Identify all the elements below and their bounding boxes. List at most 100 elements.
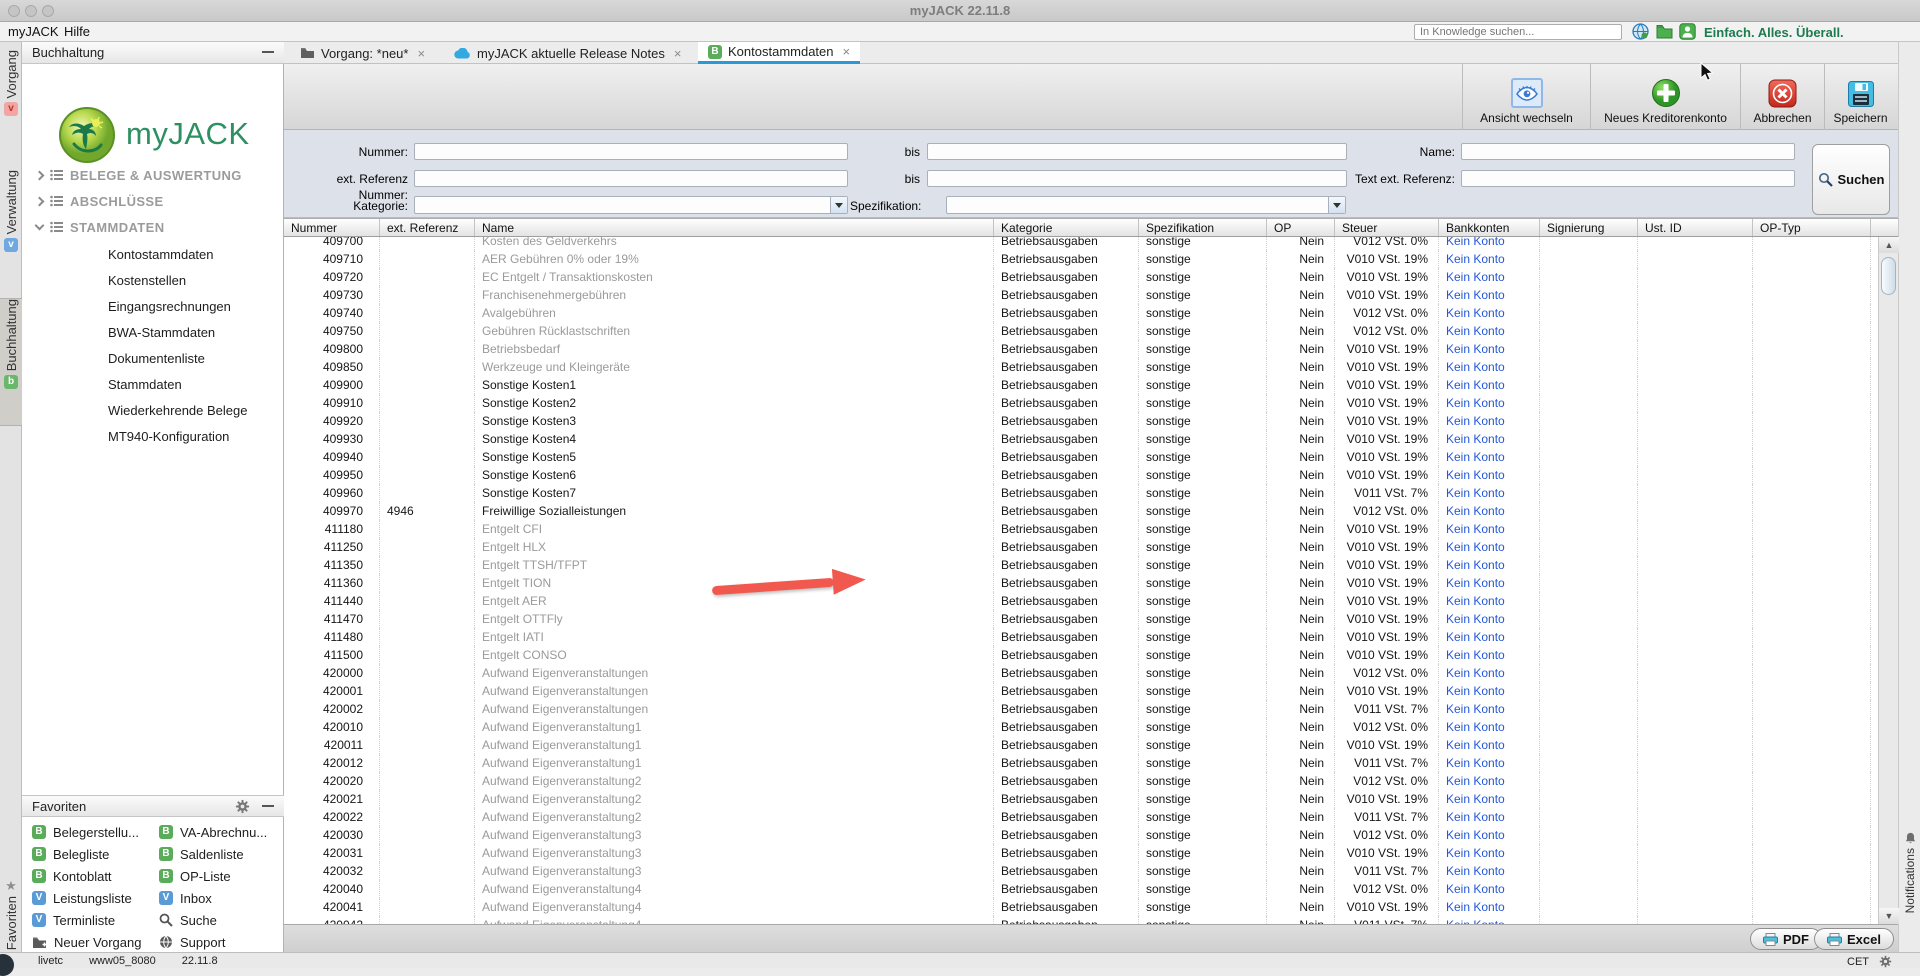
bankkonten-link[interactable]: Kein Konto bbox=[1446, 900, 1505, 914]
bankkonten-link[interactable]: Kein Konto bbox=[1446, 540, 1505, 554]
ext-referenz-von-input[interactable] bbox=[414, 170, 848, 187]
column-header-op[interactable]: OP bbox=[1267, 219, 1335, 236]
menu-hilfe[interactable]: Hilfe bbox=[64, 24, 90, 39]
table-row[interactable]: 420032 Aufwand Eigenveranstaltung3 Betri… bbox=[284, 862, 1878, 880]
table-row[interactable]: 409700 Kosten des Geldverkehrs Betriebsa… bbox=[284, 237, 1878, 250]
bankkonten-link[interactable]: Kein Konto bbox=[1446, 720, 1505, 734]
table-row[interactable]: 409950 Sonstige Kosten6 Betriebsausgaben… bbox=[284, 466, 1878, 484]
tree-item-kostenstellen[interactable]: Kostenstellen bbox=[108, 270, 186, 292]
panel-minimize-icon[interactable] bbox=[262, 805, 274, 807]
favorite-belegliste[interactable]: BBelegliste bbox=[32, 843, 109, 865]
tree-section-abschluesse[interactable]: ABSCHLÜSSE bbox=[36, 190, 164, 212]
bankkonten-link[interactable]: Kein Konto bbox=[1446, 522, 1505, 536]
favorite-saldenliste[interactable]: BSaldenliste bbox=[159, 843, 244, 865]
bankkonten-link[interactable]: Kein Konto bbox=[1446, 396, 1505, 410]
folder-green-icon[interactable] bbox=[1656, 23, 1673, 40]
window-close-button[interactable] bbox=[8, 5, 20, 17]
menu-myjack[interactable]: myJACK bbox=[8, 24, 59, 39]
bankkonten-link[interactable]: Kein Konto bbox=[1446, 324, 1505, 338]
column-header-op-typ[interactable]: OP-Typ bbox=[1753, 219, 1871, 236]
tree-section-stammdaten[interactable]: STAMMDATEN bbox=[36, 216, 165, 238]
favorite-va-abrechnung[interactable]: BVA-Abrechnu... bbox=[159, 821, 267, 843]
neues-kreditorenkonto-button[interactable]: Neues Kreditorenkonto bbox=[1590, 64, 1740, 130]
suchen-button[interactable]: Suchen bbox=[1812, 144, 1890, 215]
pdf-button[interactable]: PDF bbox=[1750, 928, 1822, 950]
table-row[interactable]: 411440 Entgelt AER Betriebsausgaben sons… bbox=[284, 592, 1878, 610]
scroll-up-icon[interactable]: ▲ bbox=[1879, 237, 1899, 253]
table-row[interactable]: 409960 Sonstige Kosten7 Betriebsausgaben… bbox=[284, 484, 1878, 502]
table-row[interactable]: 420022 Aufwand Eigenveranstaltung2 Betri… bbox=[284, 808, 1878, 826]
bankkonten-link[interactable]: Kein Konto bbox=[1446, 630, 1505, 644]
bankkonten-link[interactable]: Kein Konto bbox=[1446, 468, 1505, 482]
table-row[interactable]: 409740 Avalgebühren Betriebsausgaben son… bbox=[284, 304, 1878, 322]
favorite-leistungsliste[interactable]: VLeistungsliste bbox=[32, 887, 132, 909]
gear-icon[interactable] bbox=[235, 799, 250, 814]
spezifikation-dropdown[interactable] bbox=[946, 196, 1346, 214]
abbrechen-button[interactable]: Abbrechen bbox=[1740, 64, 1824, 130]
bankkonten-link[interactable]: Kein Konto bbox=[1446, 576, 1505, 590]
rail-tab-favoriten[interactable]: Favoriten ★ bbox=[0, 838, 22, 950]
scroll-down-icon[interactable]: ▼ bbox=[1879, 908, 1899, 924]
table-row[interactable]: 420030 Aufwand Eigenveranstaltung3 Betri… bbox=[284, 826, 1878, 844]
gear-icon[interactable] bbox=[1879, 955, 1892, 968]
kategorie-dropdown[interactable] bbox=[414, 196, 848, 214]
knowledge-search-input[interactable] bbox=[1414, 24, 1622, 40]
table-row[interactable]: 409750 Gebühren Rücklastschriften Betrie… bbox=[284, 322, 1878, 340]
table-row[interactable]: 409800 Betriebsbedarf Betriebsausgaben s… bbox=[284, 340, 1878, 358]
speichern-button[interactable]: Speichern bbox=[1824, 64, 1896, 130]
bankkonten-link[interactable]: Kein Konto bbox=[1446, 450, 1505, 464]
table-row[interactable]: 420010 Aufwand Eigenveranstaltung1 Betri… bbox=[284, 718, 1878, 736]
favorite-inbox[interactable]: VInbox bbox=[159, 887, 212, 909]
column-header-kategorie[interactable]: Kategorie bbox=[994, 219, 1139, 236]
table-row[interactable]: 409850 Werkzeuge und Kleingeräte Betrieb… bbox=[284, 358, 1878, 376]
column-header-ext-referenz[interactable]: ext. Referenz bbox=[380, 219, 475, 236]
table-row[interactable]: 409970 4946 Freiwillige Sozialleistungen… bbox=[284, 502, 1878, 520]
window-minimize-button[interactable] bbox=[25, 5, 37, 17]
close-icon[interactable]: × bbox=[674, 46, 682, 61]
bankkonten-link[interactable]: Kein Konto bbox=[1446, 270, 1505, 284]
table-row[interactable]: 409910 Sonstige Kosten2 Betriebsausgaben… bbox=[284, 394, 1878, 412]
favorite-belegerstellung[interactable]: BBelegerstellu... bbox=[32, 821, 139, 843]
bankkonten-link[interactable]: Kein Konto bbox=[1446, 648, 1505, 662]
table-row[interactable]: 411180 Entgelt CFI Betriebsausgaben sons… bbox=[284, 520, 1878, 538]
table-row[interactable]: 420011 Aufwand Eigenveranstaltung1 Betri… bbox=[284, 736, 1878, 754]
rail-tab-notifications[interactable]: Notifications bbox=[1899, 832, 1920, 950]
table-row[interactable]: 409920 Sonstige Kosten3 Betriebsausgaben… bbox=[284, 412, 1878, 430]
ext-referenz-bis-input[interactable] bbox=[927, 170, 1347, 187]
tree-item-bwa-stammdaten[interactable]: BWA-Stammdaten bbox=[108, 322, 215, 344]
column-header-bankkonten[interactable]: Bankkonten bbox=[1439, 219, 1540, 236]
bankkonten-link[interactable]: Kein Konto bbox=[1446, 558, 1505, 572]
ansicht-wechseln-button[interactable]: Ansicht wechseln bbox=[1462, 64, 1590, 130]
name-input[interactable] bbox=[1461, 143, 1795, 160]
rail-tab-verwaltung[interactable]: Verwaltung v bbox=[0, 170, 22, 292]
tree-item-kontostammdaten[interactable]: Kontostammdaten bbox=[108, 244, 214, 266]
table-row[interactable]: 420042 Aufwand Eigenveranstaltung4 Betri… bbox=[284, 916, 1878, 924]
table-row[interactable]: 409930 Sonstige Kosten4 Betriebsausgaben… bbox=[284, 430, 1878, 448]
bankkonten-link[interactable]: Kein Konto bbox=[1446, 288, 1505, 302]
excel-button[interactable]: Excel bbox=[1814, 928, 1894, 950]
user-icon[interactable] bbox=[1679, 23, 1696, 40]
bankkonten-link[interactable]: Kein Konto bbox=[1446, 774, 1505, 788]
bankkonten-link[interactable]: Kein Konto bbox=[1446, 504, 1505, 518]
table-row[interactable]: 420001 Aufwand Eigenveranstaltungen Betr… bbox=[284, 682, 1878, 700]
bankkonten-link[interactable]: Kein Konto bbox=[1446, 378, 1505, 392]
table-row[interactable]: 420031 Aufwand Eigenveranstaltung3 Betri… bbox=[284, 844, 1878, 862]
favorite-support[interactable]: Support bbox=[159, 931, 226, 953]
bankkonten-link[interactable]: Kein Konto bbox=[1446, 846, 1505, 860]
bankkonten-link[interactable]: Kein Konto bbox=[1446, 810, 1505, 824]
table-row[interactable]: 409900 Sonstige Kosten1 Betriebsausgaben… bbox=[284, 376, 1878, 394]
tree-item-dokumentenliste[interactable]: Dokumentenliste bbox=[108, 348, 205, 370]
tree-item-stammdaten[interactable]: Stammdaten bbox=[108, 374, 182, 396]
bankkonten-link[interactable]: Kein Konto bbox=[1446, 342, 1505, 356]
tree-section-belege-auswertung[interactable]: BELEGE & AUSWERTUNG bbox=[36, 164, 242, 186]
vertical-scrollbar[interactable]: ▲ ▼ bbox=[1878, 237, 1898, 924]
bankkonten-link[interactable]: Kein Konto bbox=[1446, 828, 1505, 842]
bankkonten-link[interactable]: Kein Konto bbox=[1446, 756, 1505, 770]
bankkonten-link[interactable]: Kein Konto bbox=[1446, 702, 1505, 716]
window-zoom-button[interactable] bbox=[42, 5, 54, 17]
bankkonten-link[interactable]: Kein Konto bbox=[1446, 252, 1505, 266]
column-header-signierung[interactable]: Signierung bbox=[1540, 219, 1638, 236]
bankkonten-link[interactable]: Kein Konto bbox=[1446, 612, 1505, 626]
table-row[interactable]: 420012 Aufwand Eigenveranstaltung1 Betri… bbox=[284, 754, 1878, 772]
table-row[interactable]: 411250 Entgelt HLX Betriebsausgaben sons… bbox=[284, 538, 1878, 556]
